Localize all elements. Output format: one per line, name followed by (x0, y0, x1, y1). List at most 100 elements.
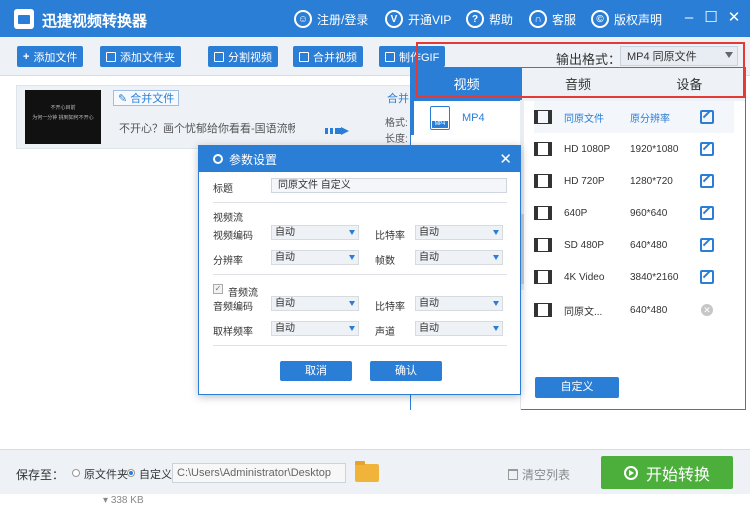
framerate-value: 自动 (419, 252, 439, 263)
preset-resolution: 原分辨率 (630, 113, 670, 125)
close-icon[interactable]: ✕ (724, 8, 744, 28)
tab-device[interactable]: 设备 (633, 68, 745, 101)
samplerate-value: 自动 (275, 323, 295, 334)
sidebar-item-mp4[interactable]: MP4 (411, 101, 521, 135)
merge-tag-partial[interactable]: 合并 (387, 90, 409, 106)
parameter-settings-dialog: 参数设置 ✕ 标题 同原文件 自定义 视频流 视频编码 自动 比特率 自动 分辨… (198, 145, 521, 395)
film-icon (534, 174, 552, 188)
support-button[interactable]: ∩ 客服 (529, 8, 576, 30)
file-name: 不开心？画个忧郁给你看看-国语流畅 (119, 123, 295, 135)
register-login-button[interactable]: ☺ 注册/登录 (294, 8, 368, 30)
video-codec-value: 自动 (275, 227, 295, 238)
bitrate-select[interactable]: 自动 (415, 225, 503, 240)
radio-custom-folder[interactable] (127, 469, 135, 477)
merge-icon (299, 51, 309, 62)
edit-icon[interactable] (700, 110, 714, 124)
cancel-button[interactable]: 取消 (280, 361, 352, 381)
preset-name: 同原文件 (564, 113, 604, 125)
radio-original-folder[interactable] (72, 469, 80, 477)
scissors-icon (214, 51, 224, 62)
start-convert-button[interactable]: 开始转换 (601, 456, 733, 489)
chevron-down-icon (493, 230, 499, 235)
copyright-icon: © (591, 10, 609, 28)
edit-icon[interactable] (700, 206, 714, 220)
help-button[interactable]: ? 帮助 (466, 8, 513, 30)
tab-video[interactable]: 视频 (411, 68, 523, 101)
make-gif-button[interactable]: 制作GIF (379, 46, 446, 67)
open-vip-label: 开通VIP (408, 12, 452, 27)
title-bar: 迅捷视频转换器 ☺ 注册/登录 V 开通VIP ? 帮助 ∩ 客服 © 版权声明… (0, 0, 750, 37)
close-icon[interactable]: ✕ (499, 150, 512, 168)
headset-icon: ∩ (529, 10, 547, 28)
title-field-label: 标题 (213, 184, 233, 195)
file-size-value: 338 KB (110, 495, 144, 505)
sidebar-item-label: MP4 (462, 112, 485, 124)
list-item[interactable]: 不开心目前 为何一分钟 挑到如何不开心 ✎ 合并文件 不开心？画个忧郁给你看看-… (16, 85, 416, 149)
merge-file-tag[interactable]: ✎ 合并文件 (113, 90, 180, 106)
support-label: 客服 (552, 12, 577, 27)
divider (213, 274, 507, 275)
video-codec-select[interactable]: 自动 (271, 225, 359, 240)
edit-icon[interactable] (700, 238, 714, 252)
register-login-label: 注册/登录 (317, 12, 369, 27)
channel-select[interactable]: 自动 (415, 321, 503, 336)
user-icon: ☺ (294, 10, 312, 28)
add-file-button[interactable]: + 添加文件 (17, 46, 84, 67)
samplerate-label: 取样频率 (213, 327, 253, 338)
arrow-down-icon: ▾ (103, 495, 109, 505)
preset-resolution: 1920*1080 (630, 143, 679, 155)
custom-preset-button[interactable]: 自定义 (535, 377, 619, 398)
audio-codec-select[interactable]: 自动 (271, 296, 359, 311)
split-video-button[interactable]: 分割视频 (208, 46, 278, 67)
preset-name: 640P (564, 207, 588, 219)
edit-icon[interactable] (700, 270, 714, 284)
convert-arrow-icon (325, 127, 349, 135)
output-format-value: MP4 同原文件 (627, 51, 697, 63)
audio-stream-checkbox[interactable]: ✓ (213, 284, 223, 294)
chevron-down-icon (493, 301, 499, 306)
maximize-icon[interactable]: ☐ (701, 8, 721, 28)
format-tabs: 视频 音频 设备 (411, 68, 745, 101)
framerate-select[interactable]: 自动 (415, 250, 503, 265)
clear-list-button[interactable]: 清空列表 (508, 466, 570, 483)
merge-file-label: 合并文件 (130, 93, 175, 105)
film-icon (534, 206, 552, 220)
preset-resolution: 640*480 (630, 239, 668, 251)
framerate-label: 帧数 (375, 256, 395, 267)
confirm-button[interactable]: 确认 (370, 361, 442, 381)
audio-bitrate-label: 比特率 (375, 302, 405, 313)
save-path-input[interactable]: C:\Users\Administrator\Desktop (172, 463, 346, 483)
clear-list-label: 清空列表 (522, 468, 571, 482)
folder-icon[interactable] (355, 461, 379, 482)
preset-name: 4K Video (564, 271, 605, 283)
video-codec-label: 视频编码 (213, 231, 253, 242)
format-label: 格式: (385, 118, 408, 129)
add-folder-label: 添加文件夹 (120, 51, 175, 64)
edit-icon: ✎ (118, 92, 128, 105)
title-input[interactable]: 同原文件 自定义 (271, 178, 507, 193)
output-format-select[interactable]: MP4 同原文件 (620, 46, 738, 66)
copyright-button[interactable]: © 版权声明 (591, 8, 662, 30)
delete-icon[interactable]: ✕ (701, 304, 713, 316)
split-video-label: 分割视频 (228, 51, 272, 64)
edit-icon[interactable] (700, 142, 714, 156)
bitrate-value: 自动 (419, 227, 439, 238)
plus-icon: + (23, 50, 30, 63)
open-vip-button[interactable]: V 开通VIP (385, 8, 451, 30)
preset-name: SD 480P (564, 239, 605, 251)
merge-video-label: 合并视频 (313, 51, 357, 64)
length-label: 长度: (385, 134, 408, 145)
output-format-label: 输出格式： (556, 52, 622, 67)
edit-icon[interactable] (700, 174, 714, 188)
audio-bitrate-select[interactable]: 自动 (415, 296, 503, 311)
resolution-select[interactable]: 自动 (271, 250, 359, 265)
add-folder-button[interactable]: 添加文件夹 (100, 46, 181, 67)
dialog-title: 参数设置 (229, 152, 278, 167)
chevron-down-icon (349, 326, 355, 331)
tab-audio[interactable]: 音频 (522, 68, 634, 101)
preset-resolution: 960*640 (630, 207, 668, 219)
samplerate-select[interactable]: 自动 (271, 321, 359, 336)
save-to-label: 保存至： (16, 468, 65, 482)
minimize-icon[interactable]: – (679, 8, 699, 28)
merge-video-button[interactable]: 合并视频 (293, 46, 363, 67)
